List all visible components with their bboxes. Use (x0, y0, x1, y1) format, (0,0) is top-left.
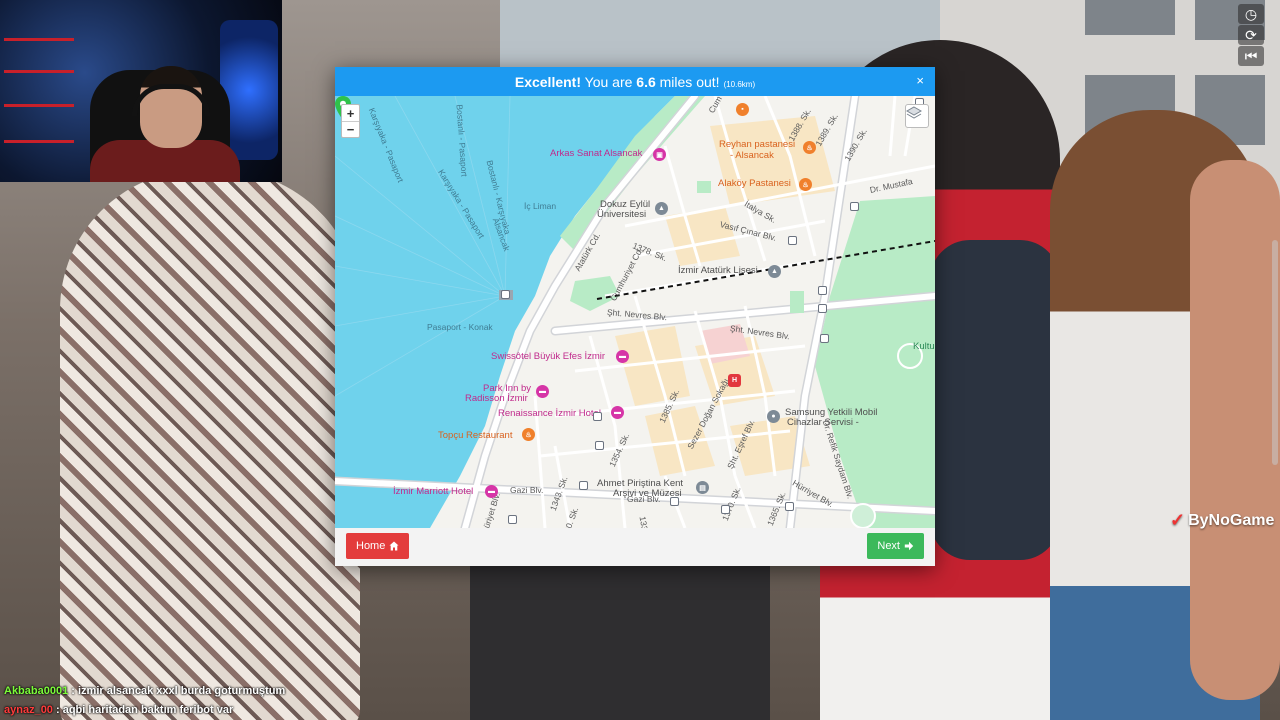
restaurant-icon[interactable]: ♨ (803, 141, 816, 154)
zoom-control: + − (341, 104, 360, 138)
hotel-icon[interactable]: ▬ (611, 406, 624, 419)
university-icon[interactable]: ▲ (655, 202, 668, 215)
restaurant-icon[interactable]: ♨ (799, 178, 812, 191)
shelf-light (4, 70, 74, 73)
hospital-icon[interactable]: H (728, 374, 741, 387)
webcam-overlay (0, 0, 282, 182)
next-label: Next (877, 540, 900, 552)
rewind-icon[interactable]: ⏮ (1238, 46, 1264, 66)
restaurant-icon[interactable]: ♨ (522, 428, 535, 441)
hotel-icon[interactable]: ▬ (485, 485, 498, 498)
result-prefix: Excellent! (514, 73, 581, 90)
bus-stop-icon[interactable] (670, 497, 679, 506)
bus-stop-icon[interactable] (595, 441, 604, 450)
hotel-icon[interactable]: ▬ (616, 350, 629, 363)
shelf-light (4, 38, 74, 41)
map-label: Topçu Restaurant (438, 430, 513, 441)
backpack (930, 240, 1060, 560)
scrollbar[interactable] (1272, 240, 1278, 465)
bus-stop-icon[interactable] (818, 286, 827, 295)
map-label: İzmir Marriott Hotel (393, 486, 474, 497)
map-label: Üniversitesi (597, 209, 647, 220)
shelf-light (4, 104, 74, 107)
bus-stop-icon[interactable] (820, 334, 829, 343)
result-middle: You are (584, 73, 633, 90)
arm-foreground (1190, 160, 1280, 700)
map-label: Reyhan pastanesi (719, 139, 796, 150)
zoom-in-button[interactable]: + (342, 105, 359, 121)
arrow-right-icon (904, 541, 914, 551)
home-icon (389, 541, 399, 551)
result-distance-km: (10.6km) (723, 79, 756, 89)
brand-name: ByNoGame (1188, 511, 1275, 529)
bus-stop-icon[interactable] (508, 515, 517, 524)
map-label: Kultu (913, 341, 935, 352)
map-label: Alaköy Pastanesi (718, 178, 791, 189)
chat-username: Akbaba0001 (4, 685, 69, 697)
map-label: Pasaport - Konak (427, 322, 493, 332)
result-modal: Excellent! You are 6.6 miles out! (10.6km… (335, 67, 935, 566)
street-label: Gazi Blv. (627, 494, 661, 504)
bus-stop-icon[interactable] (850, 202, 859, 211)
bus-stop-icon[interactable] (785, 502, 794, 511)
museum-icon[interactable]: ▤ (696, 481, 709, 494)
modal-footer: Home Next (335, 528, 935, 566)
map-label: İç Liman (524, 201, 557, 211)
bus-stop-icon[interactable] (501, 290, 510, 299)
map-label: İzmir Atatürk Lisesi (678, 265, 758, 276)
result-map[interactable]: Arkas Sanat Alsancak Reyhan pastanesi - … (335, 96, 935, 528)
street-label: Gazi Blv. (510, 485, 544, 495)
map-label: Arkas Sanat Alsancak (550, 148, 643, 159)
restaurant-icon[interactable]: ▪ (736, 103, 749, 116)
map-label: - Alsancak (730, 150, 774, 161)
museum-icon[interactable]: ▣ (653, 148, 666, 161)
bus-stop-icon[interactable] (593, 412, 602, 421)
service-icon[interactable]: ● (767, 410, 780, 423)
result-header: Excellent! You are 6.6 miles out! (10.6km… (335, 67, 935, 96)
bus-stop-icon[interactable] (788, 236, 797, 245)
brand-watermark: ✓ ByNoGame (1170, 510, 1274, 531)
chat-text: : aqbi haritadan baktım feribot var (56, 704, 234, 716)
result-text: Excellent! You are 6.6 miles out! (10.6km… (515, 74, 755, 90)
bus-stop-icon[interactable] (579, 481, 588, 490)
result-distance: 6.6 (636, 73, 656, 90)
chat-username: aynaz_00 (4, 704, 53, 716)
chat-message: aynaz_00 : aqbi haritadan baktım feribot… (4, 704, 233, 716)
building-window (1085, 0, 1175, 35)
map-label: Swissôtel Büyük Efes İzmir (491, 351, 606, 362)
zoom-out-button[interactable]: − (342, 121, 359, 137)
chat-text: : izmir alsancak xxxl burda goturmuştum (71, 685, 286, 697)
hotel-icon[interactable]: ▬ (536, 385, 549, 398)
map-label: Radisson İzmir (465, 393, 528, 404)
school-icon[interactable]: ▲ (768, 265, 781, 278)
layers-icon[interactable] (905, 104, 929, 128)
home-button[interactable]: Home (346, 533, 410, 559)
chat-message: Akbaba0001 : izmir alsancak xxxl burda g… (4, 685, 285, 697)
home-label: Home (356, 540, 386, 552)
map-label: Renaissance İzmir Hotel (498, 408, 601, 419)
bus-stop-icon[interactable] (818, 304, 827, 313)
next-button[interactable]: Next (867, 533, 924, 559)
pedestrian-left (60, 170, 360, 720)
brand-mark-icon: ✓ (1170, 510, 1186, 530)
result-unit: miles out! (659, 73, 720, 90)
close-icon[interactable]: × (916, 73, 924, 88)
clock-icon[interactable]: ◷ (1238, 4, 1264, 24)
shelf-light (4, 140, 74, 143)
refresh-icon[interactable]: ⟳ (1238, 25, 1264, 45)
street-label: 1334 (637, 515, 651, 528)
bus-stop-icon[interactable] (721, 505, 730, 514)
